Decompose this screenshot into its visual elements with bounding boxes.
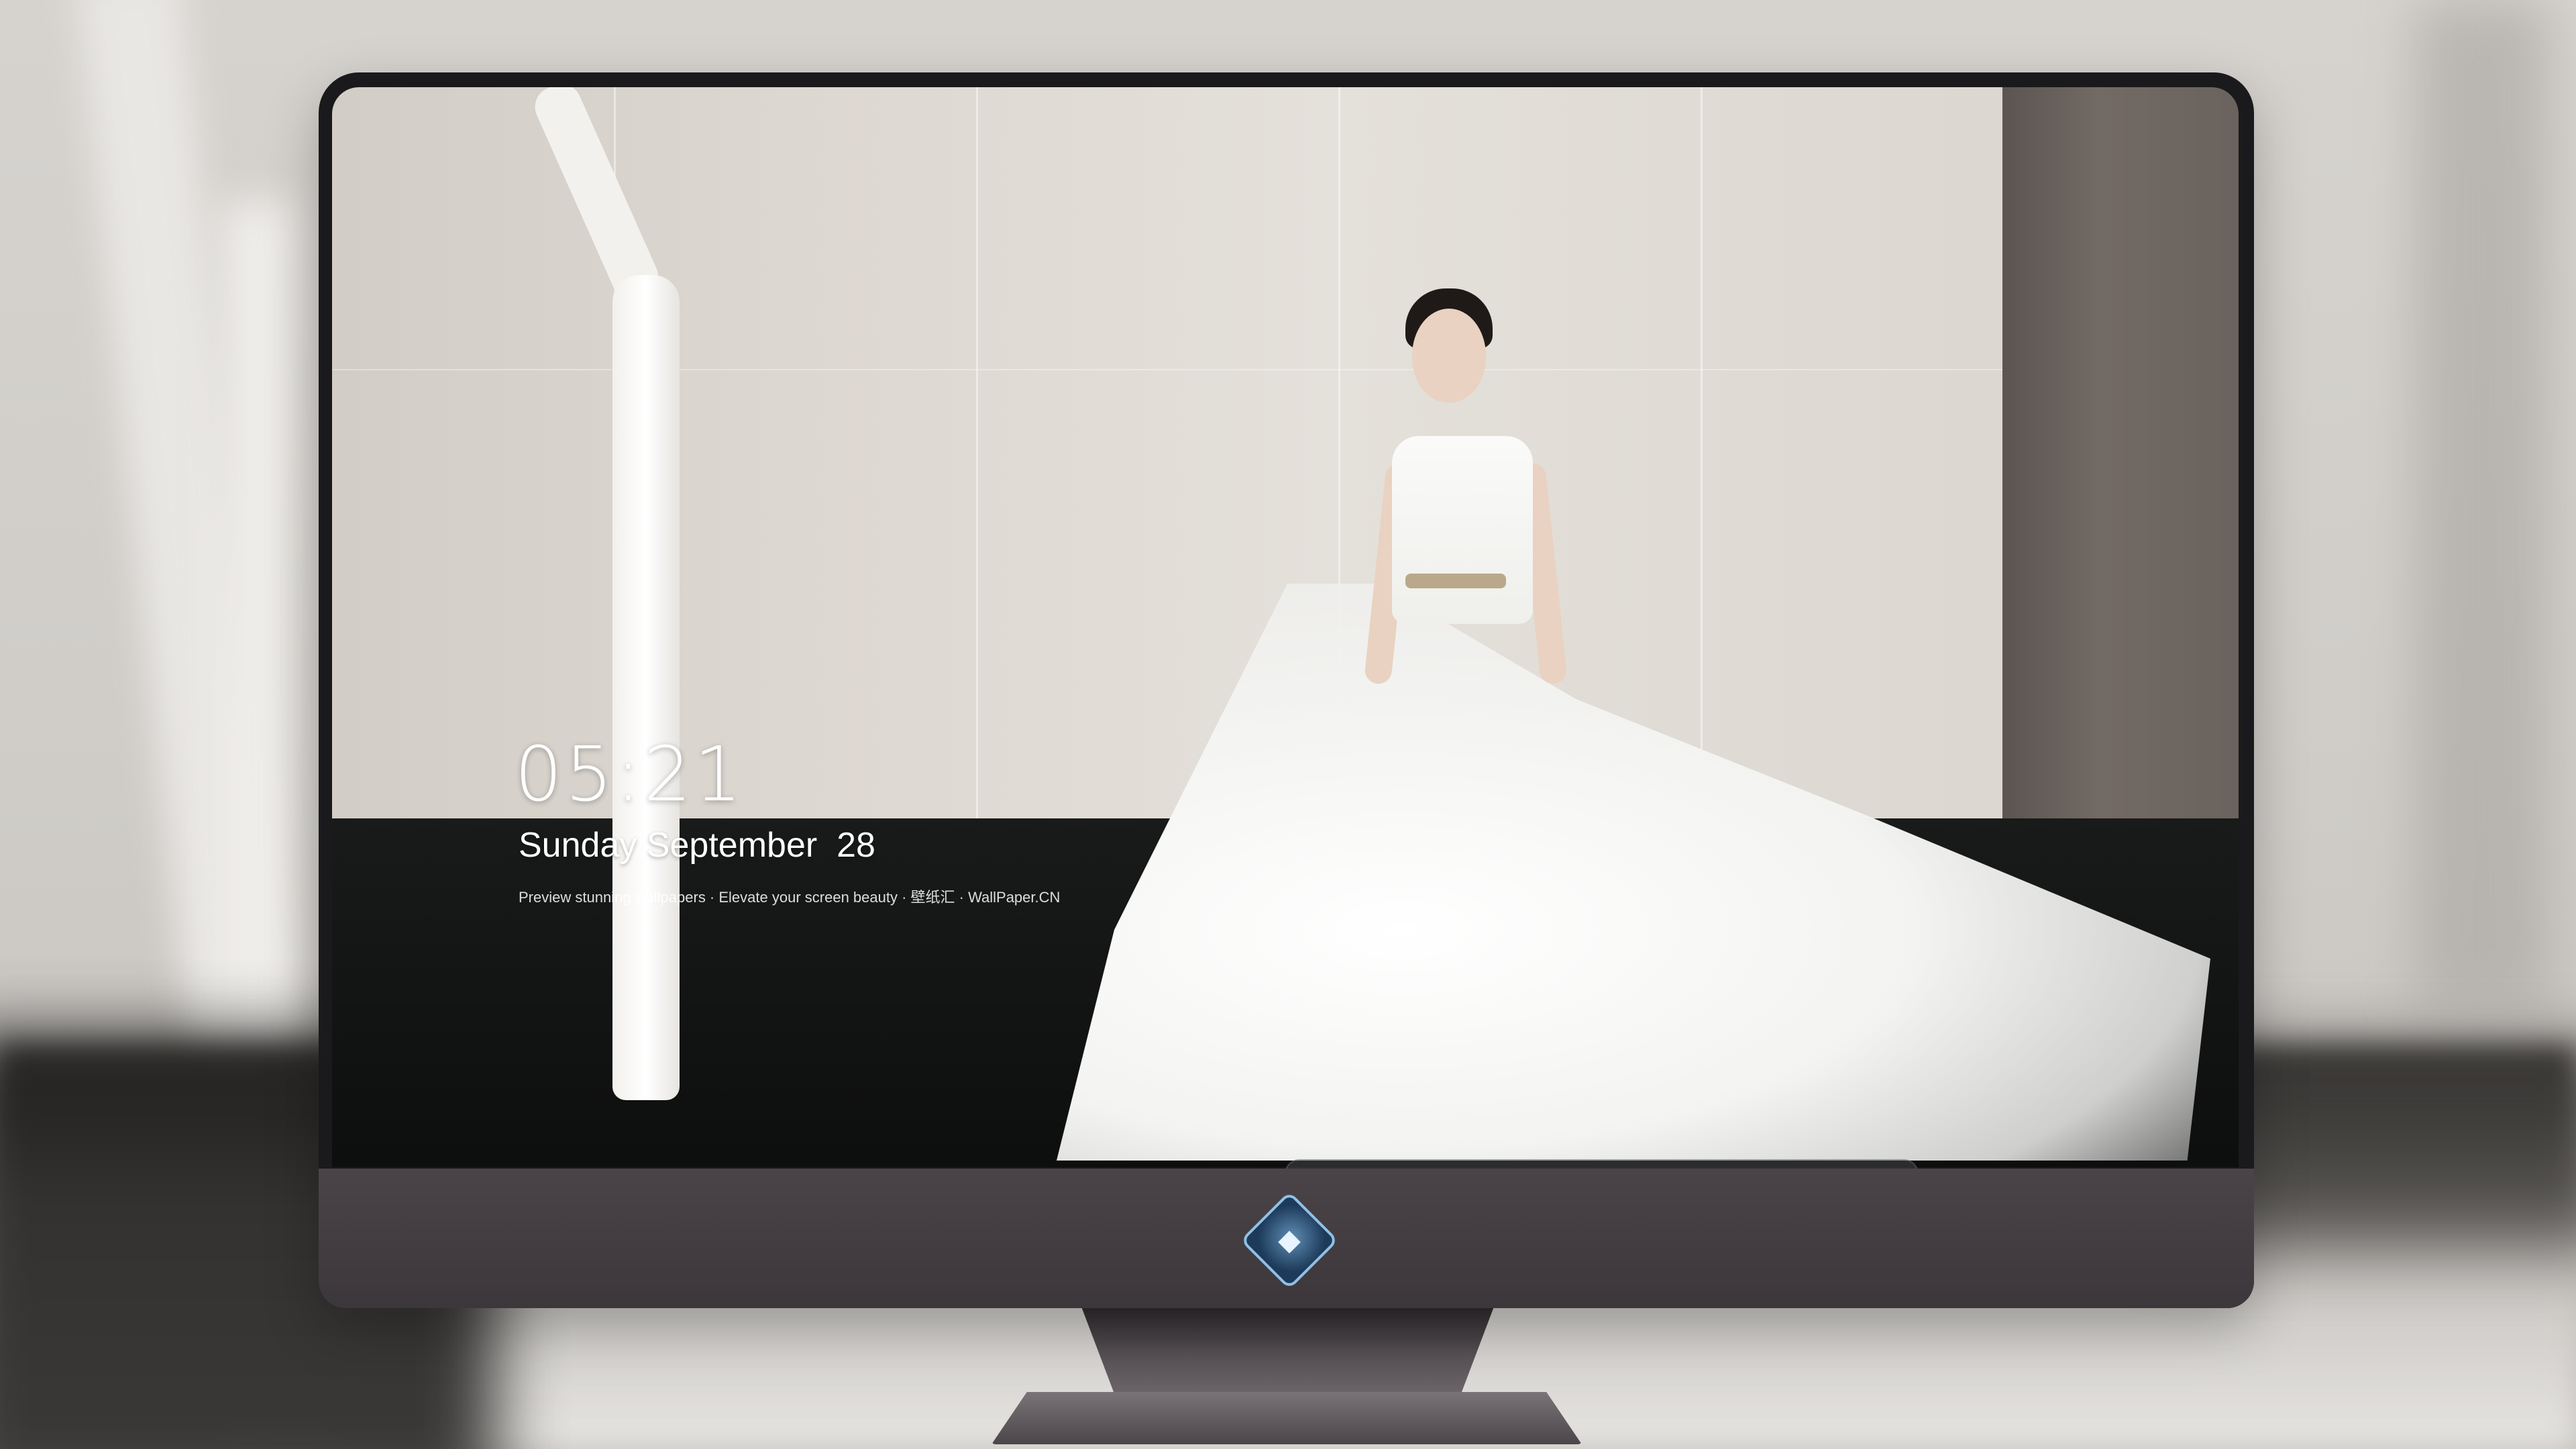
wallpaper-belt: [1405, 574, 1506, 588]
wallpaper-bodice: [1392, 436, 1533, 624]
lock-screen[interactable]: 05:21 Sunday September 28 Preview stunni…: [332, 87, 2239, 1167]
wallpaper-tree-trunk: [612, 275, 680, 1100]
wallpaper-right-panel: [2002, 87, 2239, 818]
monitor-chin: ◆: [319, 1169, 2254, 1308]
brand-logo-icon: ◆: [1239, 1191, 1339, 1290]
monitor-stand-neck: [1081, 1307, 1494, 1394]
wall-seam: [1701, 87, 1703, 818]
lock-tagline: Preview stunning wallpapers · Elevate yo…: [519, 889, 1061, 906]
lock-date: Sunday September 28: [519, 826, 875, 865]
wall-hseam: [332, 369, 2002, 370]
monitor-stand-base: [991, 1392, 1582, 1444]
lock-clock: 05:21: [515, 731, 745, 818]
wall-seam: [976, 87, 978, 818]
background-post: [2415, 0, 2549, 1006]
wallpaper-face: [1412, 309, 1486, 402]
brand-logo-glyph: ◆: [1277, 1223, 1301, 1257]
monitor: 05:21 Sunday September 28 Preview stunni…: [319, 72, 2254, 1308]
